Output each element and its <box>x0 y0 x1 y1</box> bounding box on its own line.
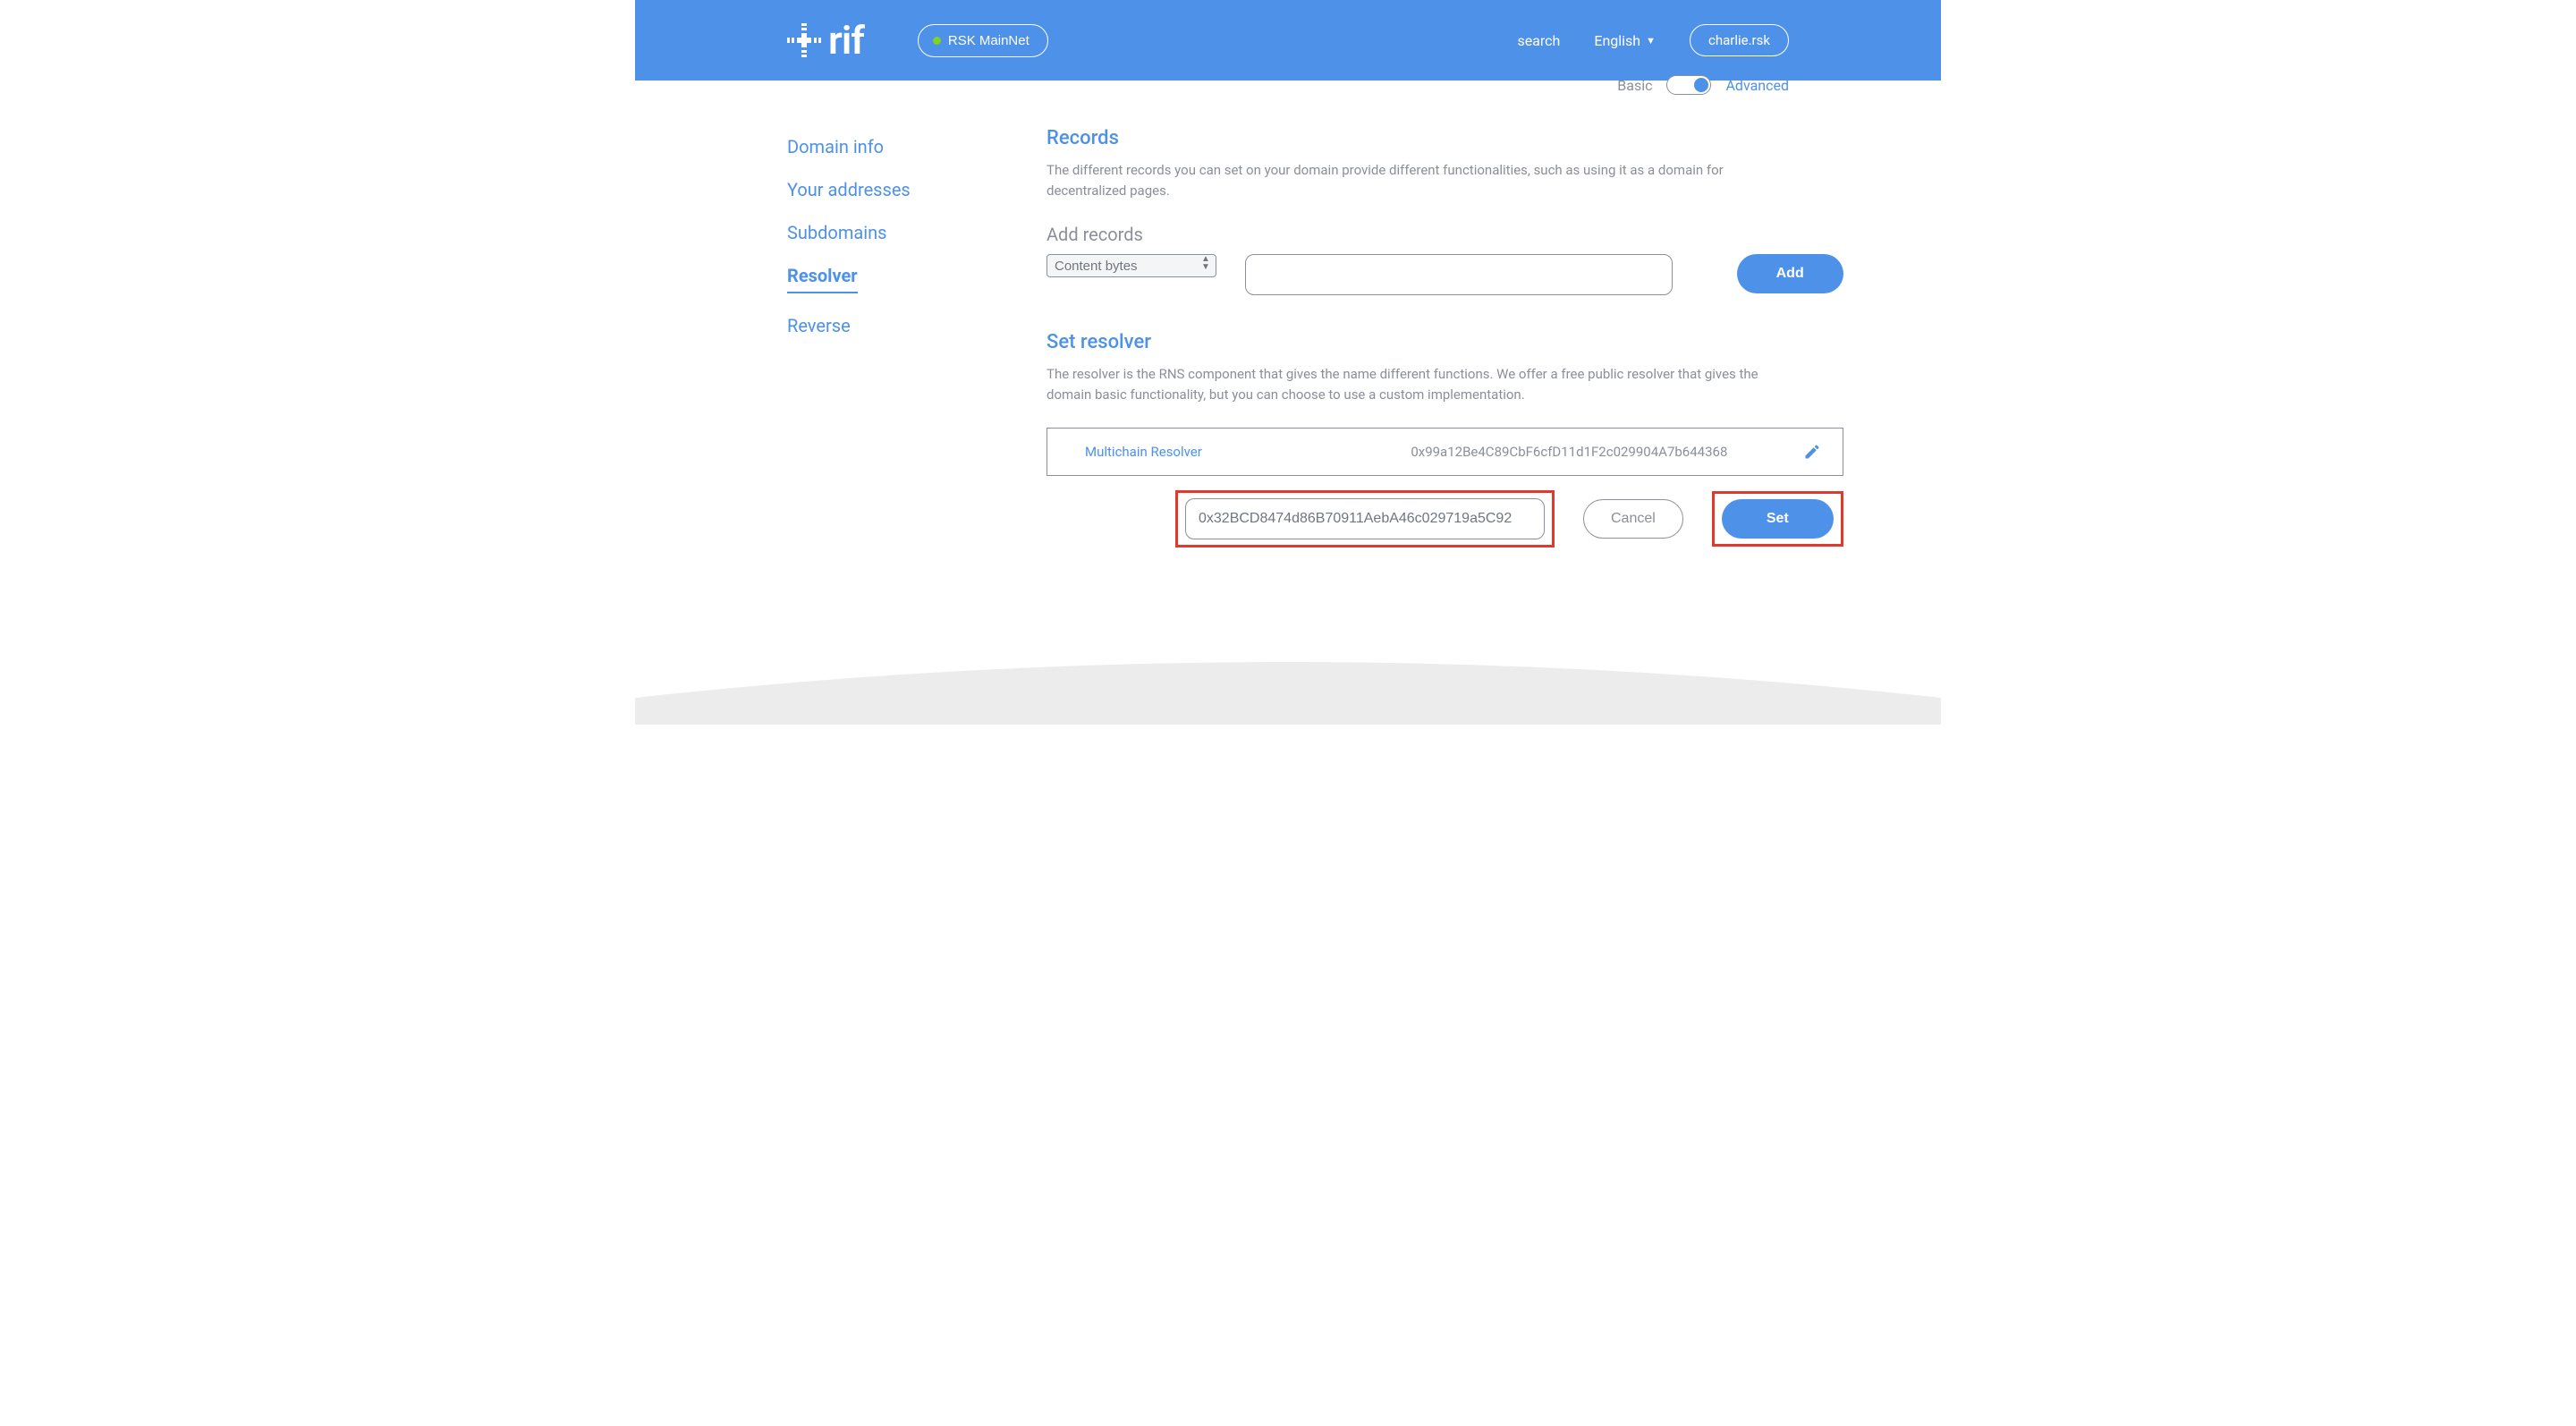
search-link[interactable]: search <box>1517 32 1560 49</box>
rif-logo-icon <box>787 23 821 57</box>
record-value-input[interactable] <box>1245 254 1673 295</box>
set-resolver-description: The resolver is the RNS component that g… <box>1046 364 1789 404</box>
mode-basic-label: Basic <box>1617 77 1652 94</box>
network-selector[interactable]: RSK MainNet <box>918 24 1048 57</box>
record-type-select[interactable]: Content bytes <box>1046 254 1216 277</box>
sidebar-item-domain-info[interactable]: Domain info <box>787 136 1046 157</box>
status-dot-icon <box>933 37 941 45</box>
records-title: Records <box>1046 127 1843 149</box>
add-button[interactable]: Add <box>1737 254 1843 293</box>
language-selector[interactable]: English ▼ <box>1594 32 1656 49</box>
chevron-down-icon: ▼ <box>1646 35 1656 47</box>
mode-advanced-label: Advanced <box>1725 77 1789 94</box>
sidebar-item-reverse[interactable]: Reverse <box>787 315 1046 336</box>
logo[interactable]: rif <box>787 17 864 64</box>
language-label: English <box>1594 32 1640 49</box>
mode-toggle[interactable] <box>1666 75 1711 95</box>
set-button[interactable]: Set <box>1722 499 1834 539</box>
current-resolver-row: Multichain Resolver 0x99a12Be4C89CbF6cfD… <box>1046 428 1843 476</box>
resolver-address-input[interactable] <box>1185 498 1545 539</box>
network-label: RSK MainNet <box>948 33 1030 48</box>
sidebar-item-your-addresses[interactable]: Your addresses <box>787 179 1046 200</box>
sidebar: Domain info Your addresses Subdomains Re… <box>787 125 1046 547</box>
resolver-name: Multichain Resolver <box>1085 444 1335 460</box>
add-records-label: Add records <box>1046 224 1843 245</box>
mode-toggle-row: Basic Advanced <box>1617 75 1789 95</box>
edit-icon[interactable] <box>1803 443 1821 461</box>
records-description: The different records you can set on you… <box>1046 160 1789 200</box>
cancel-button[interactable]: Cancel <box>1583 499 1683 539</box>
highlight-resolver-input <box>1175 490 1555 547</box>
sidebar-item-subdomains[interactable]: Subdomains <box>787 222 1046 243</box>
toggle-knob-icon <box>1694 78 1708 92</box>
set-resolver-title: Set resolver <box>1046 331 1843 353</box>
logo-text: rif <box>828 17 864 64</box>
highlight-set-button: Set <box>1712 491 1843 547</box>
footer-decoration <box>635 653 1941 725</box>
header: rif RSK MainNet search English ▼ charlie… <box>635 0 1941 81</box>
sidebar-item-resolver[interactable]: Resolver <box>787 265 858 293</box>
user-domain-badge[interactable]: charlie.rsk <box>1690 24 1789 56</box>
resolver-address: 0x99a12Be4C89CbF6cfD11d1F2c029904A7b6443… <box>1335 444 1803 460</box>
